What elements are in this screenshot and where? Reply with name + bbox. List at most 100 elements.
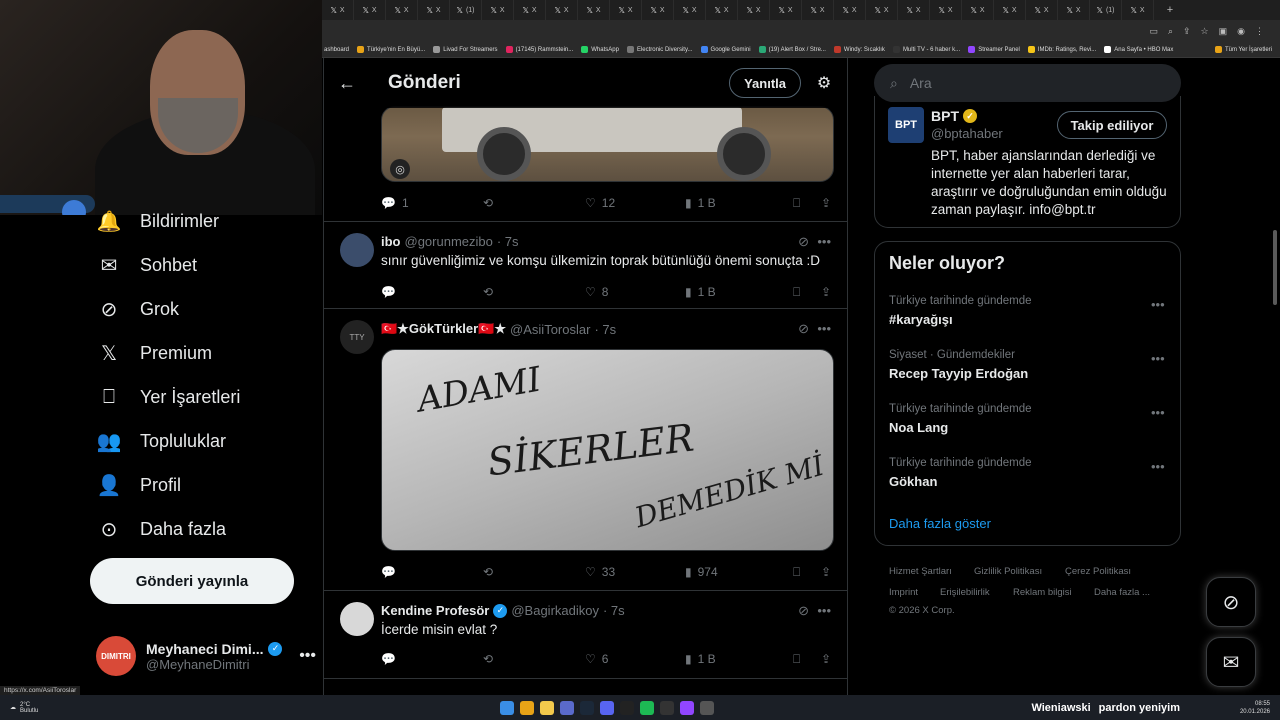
- browser-tab[interactable]: 𝕏X: [834, 0, 866, 20]
- browser-tab[interactable]: 𝕏X: [578, 0, 610, 20]
- browser-tab[interactable]: 𝕏X: [930, 0, 962, 20]
- avatar[interactable]: TTY: [340, 320, 374, 354]
- grok-icon[interactable]: ⊘: [798, 603, 809, 619]
- browser-tab[interactable]: 𝕏X: [546, 0, 578, 20]
- profile-handle[interactable]: @bptahaber: [931, 126, 1003, 141]
- browser-tab[interactable]: 𝕏X: [610, 0, 642, 20]
- reply-button[interactable]: Yanıtla: [729, 68, 801, 98]
- more-dots-icon[interactable]: •••: [817, 321, 831, 336]
- repost-action[interactable]: ⟲: [483, 565, 585, 579]
- trend-item[interactable]: Noa Lang: [889, 420, 948, 435]
- menu-icon[interactable]: ⋮: [1255, 26, 1264, 37]
- share-action[interactable]: ⇪: [821, 285, 841, 299]
- more-dots-icon[interactable]: •••: [1151, 351, 1165, 366]
- profile-name[interactable]: BPT ✓: [931, 108, 977, 124]
- star-icon[interactable]: ☆: [1201, 26, 1209, 37]
- discord-icon[interactable]: [600, 700, 614, 715]
- bookmark-action[interactable]: ⎕: [793, 565, 821, 580]
- browser-tab[interactable]: 𝕏X: [1122, 0, 1154, 20]
- browser-tab[interactable]: 𝕏X: [386, 0, 418, 20]
- following-button[interactable]: Takip ediliyor: [1057, 111, 1167, 139]
- more-dots-icon[interactable]: •••: [1151, 405, 1165, 420]
- search-input[interactable]: ⌕ Ara: [874, 64, 1181, 102]
- share-action[interactable]: ⇪: [821, 652, 841, 666]
- zoom-icon[interactable]: ⌕: [1168, 26, 1173, 37]
- nav-item-more[interactable]: ⊙ Daha fazla: [96, 514, 226, 544]
- nav-item-chat[interactable]: ✉ Sohbet: [96, 250, 197, 280]
- cast-icon[interactable]: ▭: [1149, 26, 1158, 37]
- bookmark-item[interactable]: (19) Alert Box / Stre...: [758, 46, 826, 53]
- chrome-icon[interactable]: [520, 700, 534, 715]
- messages-floating-button[interactable]: ✉: [1206, 637, 1256, 687]
- avatar[interactable]: [340, 233, 374, 267]
- more-dots-icon[interactable]: •••: [299, 647, 316, 665]
- browser-tab[interactable]: 𝕏X: [1026, 0, 1058, 20]
- app-icon[interactable]: [700, 700, 714, 715]
- trend-item[interactable]: #karyağışı: [889, 312, 953, 327]
- browser-tab[interactable]: 𝕏X: [1058, 0, 1090, 20]
- extensions-icon[interactable]: ▣: [1219, 26, 1228, 37]
- bookmark-item[interactable]: Ana Sayfa • HBO Max: [1104, 46, 1173, 53]
- more-dots-icon[interactable]: •••: [1151, 459, 1165, 474]
- bookmark-item[interactable]: Türkiye'nin En Büyü...: [357, 46, 425, 53]
- like-action[interactable]: ♡ 6: [585, 652, 685, 666]
- bookmark-action[interactable]: ⎕: [793, 196, 821, 211]
- views-action[interactable]: ▮ 1 B: [685, 196, 793, 210]
- browser-tab[interactable]: 𝕏X: [994, 0, 1026, 20]
- trend-item[interactable]: Recep Tayyip Erdoğan: [889, 366, 1028, 381]
- nav-item-premium[interactable]: 𝕏 Premium: [96, 338, 212, 368]
- account-switcher[interactable]: DIMITRI Meyhaneci Dimi... ✓ @MeyhaneDimit…: [96, 636, 316, 676]
- repost-action[interactable]: ⟲: [483, 652, 585, 666]
- browser-tab[interactable]: 𝕏 (1): [1090, 0, 1122, 20]
- profile-icon[interactable]: ◉: [1237, 26, 1245, 37]
- grok-icon[interactable]: ⊘: [798, 234, 809, 250]
- browser-tab[interactable]: 𝕏X: [642, 0, 674, 20]
- bookmark-item[interactable]: Electronic Diversity...: [626, 46, 693, 53]
- views-action[interactable]: ▮ 974: [685, 565, 793, 579]
- avatar[interactable]: [340, 602, 374, 636]
- share-action[interactable]: ⇪: [821, 196, 841, 210]
- like-action[interactable]: ♡ 33: [585, 565, 685, 579]
- bookmark-item[interactable]: IMDb: Ratings, Revi...: [1027, 46, 1096, 53]
- browser-tab[interactable]: 𝕏X: [898, 0, 930, 20]
- reply-action[interactable]: 💬: [381, 652, 483, 666]
- post-image[interactable]: ADAMI SİKERLER DEMEDİK Mİ: [381, 349, 834, 551]
- trend-item[interactable]: Gökhan: [889, 474, 937, 489]
- browser-tab[interactable]: 𝕏X: [706, 0, 738, 20]
- browser-tab[interactable]: 𝕏X: [802, 0, 834, 20]
- bookmark-item[interactable]: Windy: Sıcaklık: [833, 46, 885, 53]
- show-more-link[interactable]: Daha fazla göster: [889, 516, 991, 531]
- scrollbar[interactable]: [1273, 230, 1277, 305]
- views-action[interactable]: ▮ 1 B: [685, 285, 793, 299]
- weather-widget[interactable]: ☁ 2°C Bulutlu: [0, 702, 500, 714]
- nav-item-profile[interactable]: 👤 Profil: [96, 470, 181, 500]
- nav-item-bookmarks[interactable]: ⎕ Yer İşaretleri: [96, 382, 240, 412]
- like-action[interactable]: ♡ 12: [585, 196, 685, 210]
- bookmark-item[interactable]: Streamer Panel: [968, 46, 1020, 53]
- browser-tab[interactable]: 𝕏X: [322, 0, 354, 20]
- footer-link[interactable]: Imprint: [889, 587, 918, 598]
- browser-tab[interactable]: 𝕏 (1): [450, 0, 482, 20]
- browser-tab[interactable]: 𝕏X: [770, 0, 802, 20]
- reply-action[interactable]: 💬: [381, 285, 483, 299]
- epic-icon[interactable]: [620, 700, 634, 715]
- bookmark-item[interactable]: WhatsApp: [581, 46, 619, 53]
- reply-action[interactable]: 💬: [381, 565, 483, 579]
- share-icon[interactable]: ⇪: [1183, 26, 1191, 37]
- browser-tab[interactable]: 𝕏X: [674, 0, 706, 20]
- more-dots-icon[interactable]: •••: [817, 234, 831, 249]
- reply-action[interactable]: 💬 1: [381, 196, 483, 210]
- sliders-icon[interactable]: ⚙: [801, 73, 847, 93]
- nav-item-communities[interactable]: 👥 Topluluklar: [96, 426, 227, 456]
- clock[interactable]: 08:55 20.01.2026: [1240, 700, 1280, 716]
- footer-link[interactable]: Erişilebilirlik: [940, 587, 990, 598]
- bookmark-action[interactable]: ⎕: [793, 652, 821, 667]
- bookmark-action[interactable]: ⎕: [793, 285, 821, 300]
- nav-item-grok[interactable]: ⊘ Grok: [96, 294, 179, 324]
- folder-icon[interactable]: [540, 700, 554, 715]
- views-action[interactable]: ▮ 1 B: [685, 652, 793, 666]
- footer-link[interactable]: Hizmet Şartları: [889, 566, 952, 577]
- bookmark-item[interactable]: Multi TV - 6 haber k...: [892, 46, 960, 53]
- grok-floating-button[interactable]: ⊘: [1206, 577, 1256, 627]
- all-bookmarks[interactable]: Tüm Yer İşaretleri: [1214, 46, 1280, 53]
